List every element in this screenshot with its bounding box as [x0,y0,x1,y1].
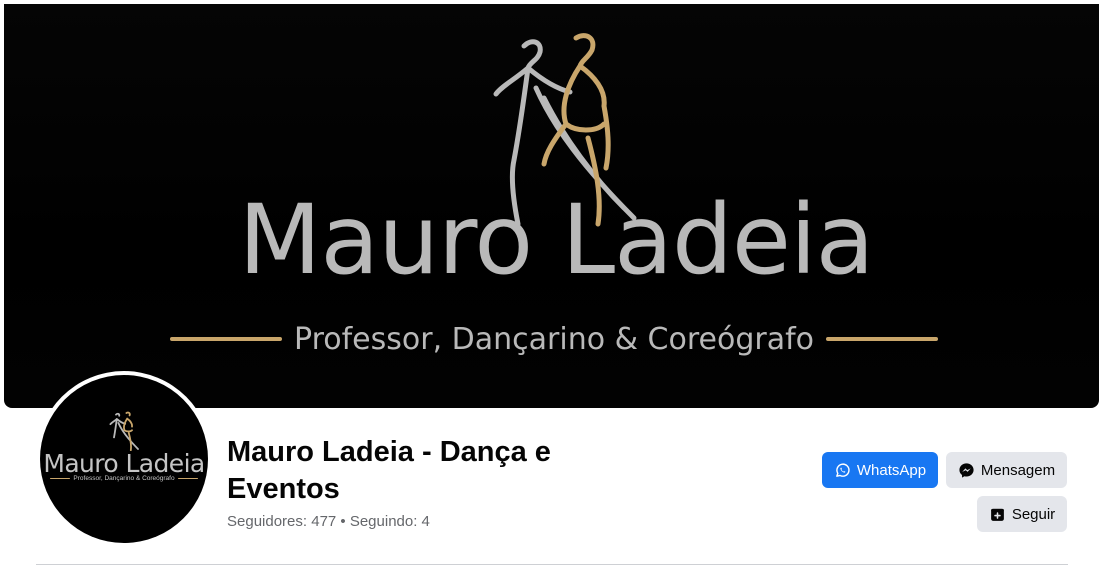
messenger-icon [959,462,974,478]
cover-title: Mauro Ladeia [238,184,875,296]
gold-divider-left [50,477,71,480]
message-button[interactable]: Mensagem [946,452,1067,488]
whatsapp-label: WhatsApp [856,461,927,479]
gold-divider-right [826,337,939,341]
page-title[interactable]: Mauro Ladeia - Dança e Eventos [227,434,647,508]
avatar[interactable]: Mauro Ladeia Professor, Dançarino & Core… [40,375,208,543]
follow-button[interactable]: Seguir [977,496,1067,532]
cover-photo[interactable]: Mauro Ladeia Professor, Dançarino & Core… [4,4,1099,408]
whatsapp-button[interactable]: WhatsApp [822,452,938,488]
follow-label: Seguir [1011,505,1056,523]
avatar-subtitle: Professor, Dançarino & Coreógrafo [73,475,175,482]
gold-divider-left [170,337,283,341]
follower-stats[interactable]: Seguidores: 477 • Seguindo: 4 [227,513,430,530]
follow-icon [990,508,1004,521]
message-label: Mensagem [980,461,1056,479]
cover-subtitle: Professor, Dançarino & Coreógrafo [294,321,814,357]
avatar-title: Mauro Ladeia [43,449,205,478]
cover-subtitle-row: Professor, Dançarino & Coreógrafo [170,316,939,362]
profile-picture[interactable]: Mauro Ladeia Professor, Dançarino & Core… [36,371,212,547]
header-divider [36,564,1068,565]
whatsapp-icon [836,462,850,477]
dancers-logo-icon [109,411,139,451]
gold-divider-right [177,477,199,480]
avatar-subtitle-row: Professor, Dançarino & Coreógrafo [50,475,199,482]
page-header: Mauro Ladeia Professor, Dançarino & Core… [0,0,1105,571]
